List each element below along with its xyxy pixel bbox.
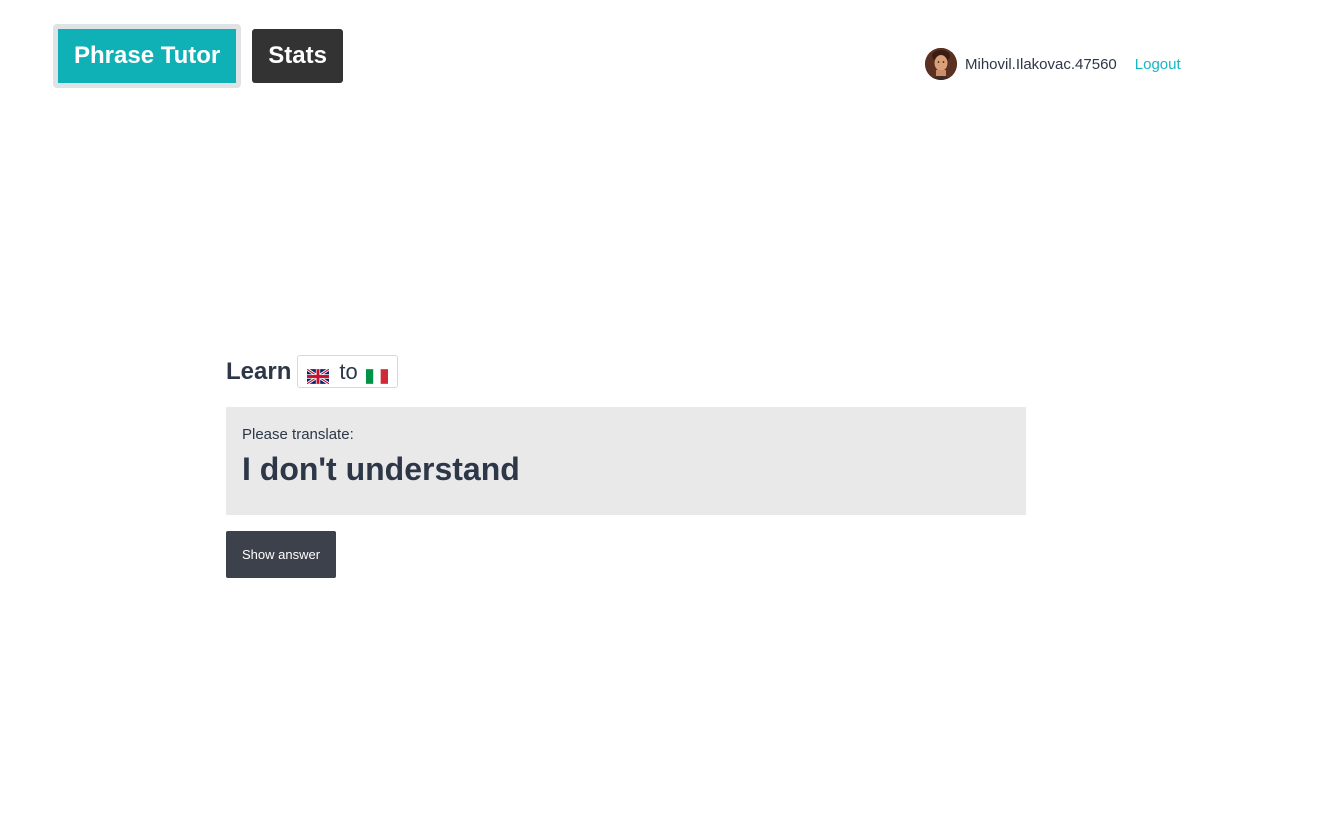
prompt-phrase: I don't understand — [242, 451, 520, 487]
uk-flag-icon — [306, 364, 331, 386]
phrase-tutor-label: Phrase Tutor — [74, 42, 221, 69]
stats-label: Stats — [268, 42, 327, 69]
username: Mihovil.Ilakovac.47560 — [965, 55, 1117, 73]
phrase-tutor-page: Phrase Tutor Stats Mihovil.Ilakovac.4756… — [0, 0, 1332, 822]
logout-link[interactable]: Logout — [1135, 56, 1181, 73]
user-avatar — [925, 48, 957, 80]
language-to-label: to — [339, 358, 358, 384]
user-area: Mihovil.Ilakovac.47560 Logout — [925, 48, 1181, 80]
show-answer-button[interactable]: Show answer — [226, 531, 337, 578]
stats-button[interactable]: Stats — [252, 29, 343, 83]
top-nav: Phrase Tutor Stats — [53, 24, 343, 88]
phrase-tutor-button[interactable]: Phrase Tutor — [53, 24, 242, 88]
learn-title: Learn — [226, 357, 292, 385]
translation-prompt-card: Please translate: I don't understand — [226, 407, 1026, 515]
italy-flag-icon — [365, 364, 388, 384]
language-pair-selector[interactable]: to — [297, 355, 398, 388]
learn-section: Learn to Please translate: I don't under… — [226, 355, 1026, 578]
show-answer-label: Show answer — [242, 547, 321, 562]
learn-header: Learn to — [226, 355, 1026, 388]
prompt-label: Please translate: — [242, 426, 354, 443]
